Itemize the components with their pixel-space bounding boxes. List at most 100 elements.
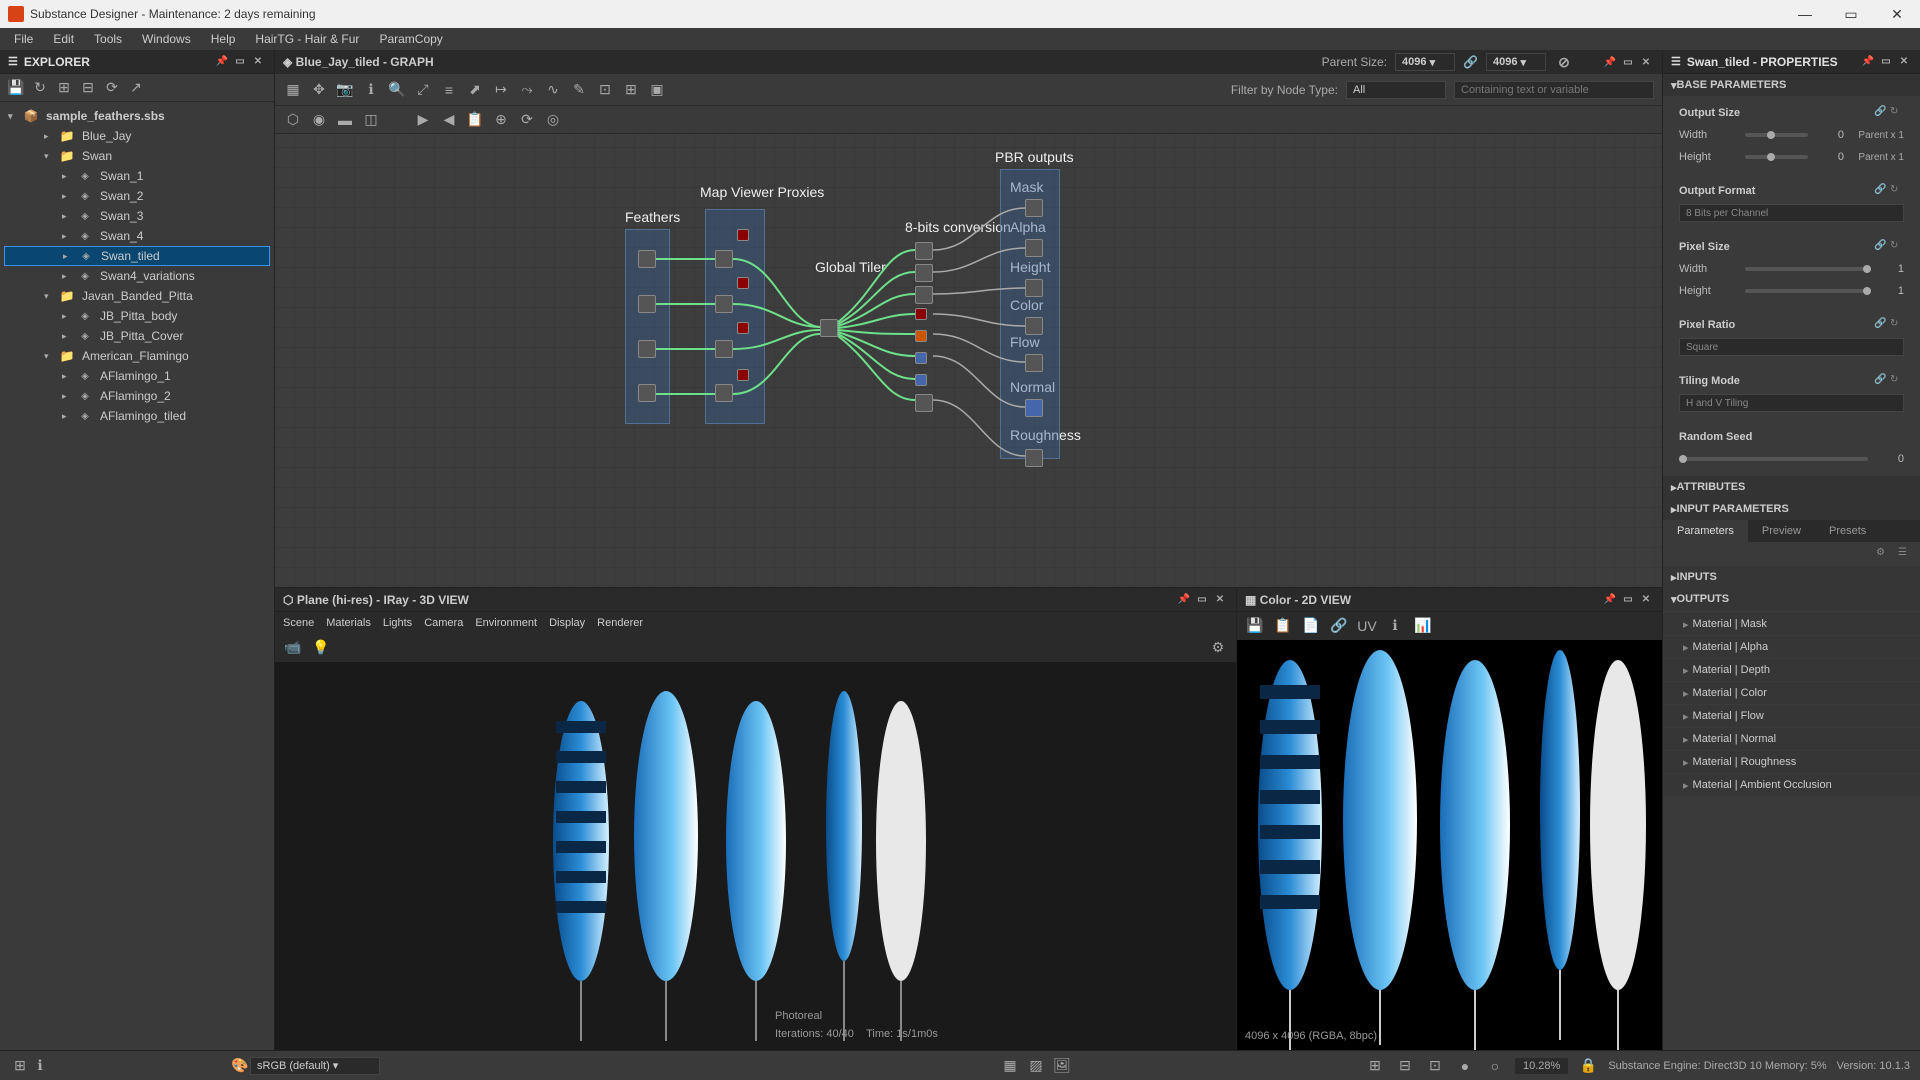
link-pr-icon[interactable]: 🔗 [1874, 318, 1888, 332]
maximize-prop-icon[interactable]: ▭ [1878, 54, 1894, 70]
bits-node-6[interactable] [915, 352, 927, 364]
unlink-icon[interactable]: ⤳ [517, 80, 537, 100]
view3d-canvas[interactable]: Photoreal Iterations: 40/40 Time: 1s/1m0… [275, 662, 1236, 1050]
width-slider[interactable] [1745, 133, 1808, 137]
bits-node-3[interactable] [915, 286, 933, 304]
tab-presets[interactable]: Presets [1815, 520, 1880, 542]
menu-edit[interactable]: Edit [43, 30, 84, 48]
close-3d-icon[interactable]: ✕ [1212, 592, 1228, 608]
menu-environment[interactable]: Environment [475, 617, 537, 629]
proxy-node-3[interactable] [715, 340, 733, 358]
camera-tool-icon[interactable]: 📷 [335, 80, 355, 100]
menu-scene[interactable]: Scene [283, 617, 314, 629]
crop-icon[interactable]: ⊡ [595, 80, 615, 100]
tab-preview[interactable]: Preview [1748, 520, 1815, 542]
srgb-dropdown[interactable]: sRGB (default) ▾ [250, 1057, 380, 1075]
link-fmt-icon[interactable]: 🔗 [1874, 184, 1888, 198]
tree-item-jb_pitta_cover[interactable]: ▸◈JB_Pitta_Cover [0, 326, 274, 346]
tree-item-aflamingo_2[interactable]: ▸◈AFlamingo_2 [0, 386, 274, 406]
status-img-icon[interactable]: 🖼 [1052, 1056, 1072, 1076]
toolbar2-icon-8[interactable]: ⊕ [491, 110, 511, 130]
info-2d-icon[interactable]: ℹ [1385, 616, 1405, 636]
pin-2d-icon[interactable]: 📌 [1602, 592, 1618, 608]
feather-node-1[interactable] [638, 250, 656, 268]
output-item[interactable]: Material | Normal [1663, 728, 1920, 750]
collapse-icon[interactable]: ⊟ [78, 78, 98, 98]
pin-graph-icon[interactable]: 📌 [1602, 54, 1618, 70]
menu-materials[interactable]: Materials [326, 617, 371, 629]
random-seed-slider[interactable] [1679, 457, 1868, 461]
link-2d-icon[interactable]: 🔗 [1329, 616, 1349, 636]
dot-icon[interactable]: ● [1455, 1056, 1475, 1076]
tree-item-swan_4[interactable]: ▸◈Swan_4 [0, 226, 274, 246]
maximize-panel-icon[interactable]: ▭ [232, 54, 248, 70]
height-slider[interactable] [1745, 155, 1808, 159]
wire-icon[interactable]: ∿ [543, 80, 563, 100]
menu-display[interactable]: Display [549, 617, 585, 629]
select-tool-icon[interactable]: ▦ [283, 80, 303, 100]
close-prop-icon[interactable]: ✕ [1896, 54, 1912, 70]
settings-3d-icon[interactable]: ⚙ [1208, 638, 1228, 658]
tree-item-aflamingo_1[interactable]: ▸◈AFlamingo_1 [0, 366, 274, 386]
toolbar2-icon-10[interactable]: ◎ [543, 110, 563, 130]
histogram-icon[interactable]: 📊 [1413, 616, 1433, 636]
link-prop-icon[interactable]: 🔗 [1874, 106, 1888, 120]
input-params-header[interactable]: ▸ INPUT PARAMETERS [1663, 498, 1920, 520]
proxy-node-2[interactable] [715, 295, 733, 313]
status-icon-1[interactable]: ⊞ [10, 1056, 30, 1076]
pin-icon[interactable]: 📌 [214, 54, 230, 70]
status-info-icon[interactable]: ℹ [30, 1056, 50, 1076]
output-item[interactable]: Material | Alpha [1663, 636, 1920, 658]
light-icon[interactable]: 💡 [311, 638, 331, 658]
tree-item-aflamingo_tiled[interactable]: ▸◈AFlamingo_tiled [0, 406, 274, 426]
output-item[interactable]: Material | Ambient Occlusion [1663, 774, 1920, 796]
proxy-node-2b[interactable] [737, 277, 749, 289]
link-px-icon[interactable]: 🔗 [1874, 240, 1888, 254]
grid-3-icon[interactable]: ⊡ [1425, 1056, 1445, 1076]
lock-icon[interactable]: 🔗 [1463, 55, 1478, 69]
params-menu-icon[interactable]: ☰ [1898, 547, 1912, 561]
tab-parameters[interactable]: Parameters [1663, 520, 1748, 542]
output-item[interactable]: Material | Flow [1663, 705, 1920, 727]
tree-root[interactable]: ▾ 📦 sample_feathers.sbs [0, 106, 274, 126]
pbr-roughness-node[interactable] [1025, 449, 1043, 467]
tree-item-jb_pitta_body[interactable]: ▸◈JB_Pitta_body [0, 306, 274, 326]
toolbar2-icon-7[interactable]: 📋 [465, 110, 485, 130]
base-params-header[interactable]: ▾ BASE PARAMETERS [1663, 74, 1920, 96]
maximize-button[interactable]: ▭ [1828, 0, 1874, 28]
pbr-normal-node[interactable] [1025, 399, 1043, 417]
tree-item-blue_jay[interactable]: ▸📁Blue_Jay [0, 126, 274, 146]
toolbar2-icon-9[interactable]: ⟳ [517, 110, 537, 130]
globaltiler-node[interactable] [820, 319, 838, 337]
bits-node-5[interactable] [915, 330, 927, 342]
toolbar2-icon-6[interactable]: ◀ [439, 110, 459, 130]
expand-icon[interactable]: ⊞ [54, 78, 74, 98]
tiling-mode-dropdown[interactable]: H and V Tiling [1679, 394, 1904, 412]
zoom-level[interactable]: 10.28% [1515, 1058, 1568, 1074]
mapviewer-group[interactable] [705, 209, 765, 424]
pbr-alpha-node[interactable] [1025, 239, 1043, 257]
feather-node-3[interactable] [638, 340, 656, 358]
tree-item-swan_1[interactable]: ▸◈Swan_1 [0, 166, 274, 186]
reset-px-icon[interactable]: ↻ [1890, 240, 1904, 254]
toolbar2-icon-5[interactable]: ▶ [413, 110, 433, 130]
info-icon[interactable]: ℹ [361, 80, 381, 100]
menu-hairtg[interactable]: HairTG - Hair & Fur [245, 30, 369, 48]
close-button[interactable]: ✕ [1874, 0, 1920, 28]
tree-item-swan_tiled[interactable]: ▸◈Swan_tiled [4, 246, 270, 266]
sync-icon[interactable]: ⟳ [102, 78, 122, 98]
maximize-2d-icon[interactable]: ▭ [1620, 592, 1636, 608]
px-width-slider[interactable] [1745, 267, 1868, 271]
filter-type-dropdown[interactable]: All [1346, 81, 1446, 99]
link-icon[interactable]: ↦ [491, 80, 511, 100]
reset-prop-icon[interactable]: ↻ [1890, 106, 1904, 120]
outputs-header[interactable]: ▾ OUTPUTS [1663, 588, 1920, 610]
proxy-node-1b[interactable] [737, 229, 749, 241]
menu-renderer[interactable]: Renderer [597, 617, 643, 629]
tree-item-swan_2[interactable]: ▸◈Swan_2 [0, 186, 274, 206]
bits-node-2[interactable] [915, 264, 933, 282]
params-gear-icon[interactable]: ⚙ [1876, 547, 1890, 561]
inputs-header[interactable]: ▸ INPUTS [1663, 566, 1920, 588]
zoom-icon[interactable]: 🔍 [387, 80, 407, 100]
minimize-button[interactable]: — [1782, 0, 1828, 28]
